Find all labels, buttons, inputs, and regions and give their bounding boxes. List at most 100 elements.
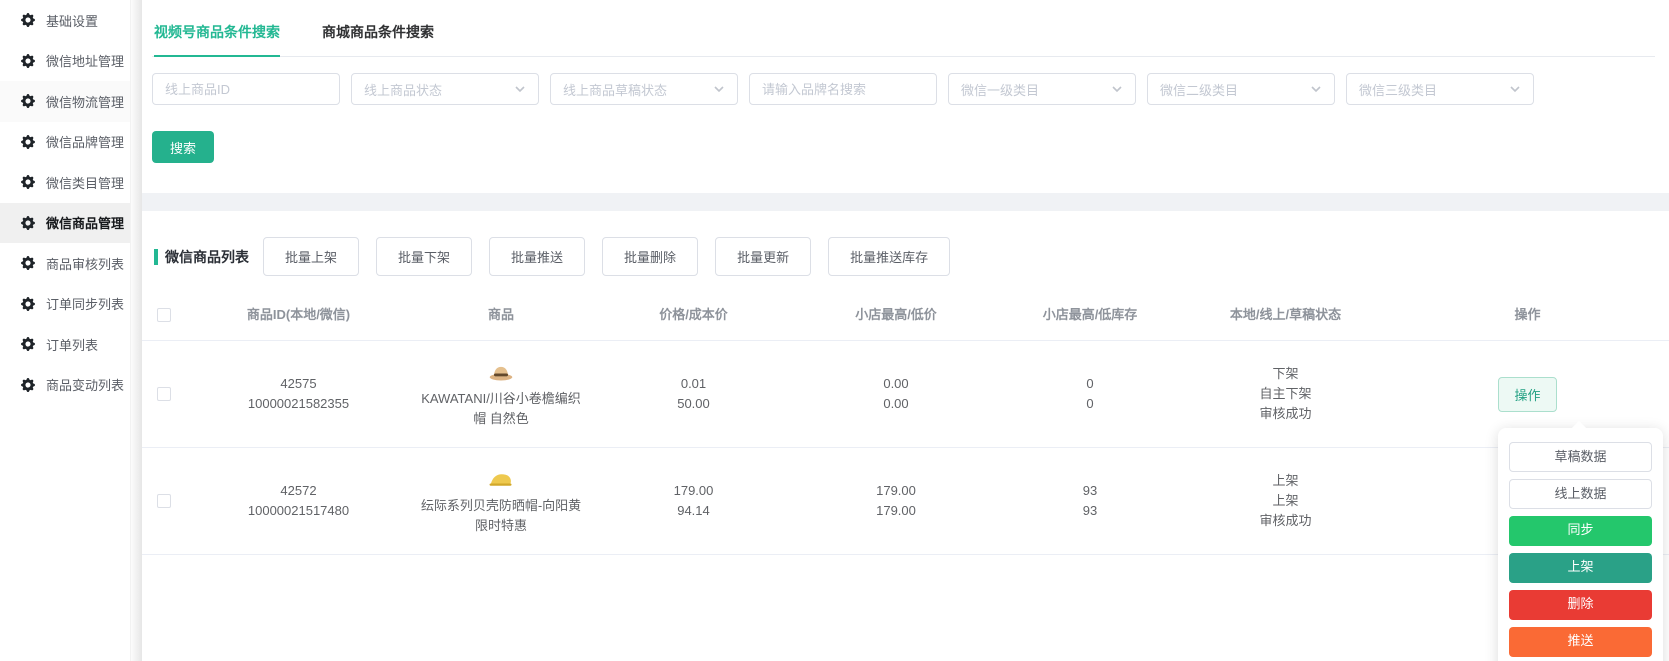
sidebar-item-order-sync[interactable]: 订单同步列表 (0, 284, 130, 325)
online-product-id-input[interactable] (152, 73, 340, 105)
select-placeholder: 微信一级类目 (961, 82, 1040, 98)
wechat-category2-select[interactable]: 微信二级类目 (1147, 73, 1335, 105)
col-shop-stock: 小店最高/低库存 (1042, 307, 1138, 322)
gear-icon (21, 175, 35, 189)
search-button[interactable]: 搜索 (152, 131, 214, 163)
table-row: 42575 10000021582355 KAWATANI/川谷小卷檐编织帽 自… (142, 341, 1669, 448)
sidebar: 基础设置 微信地址管理 微信物流管理 微信品牌管理 微信类目管理 微信商品管理 … (0, 0, 130, 661)
list-header: 微信商品列表 批量上架 批量下架 批量推送 批量删除 批量更新 批量推送库存 (142, 211, 1669, 290)
col-status: 本地/线上/草稿状态 (1229, 307, 1342, 322)
menu-item-draft-data[interactable]: 草稿数据 (1509, 442, 1652, 472)
chevron-down-icon (1112, 86, 1122, 93)
sidebar-item-wechat-category[interactable]: 微信类目管理 (0, 162, 130, 203)
product-name[interactable]: 纭际系列贝壳防晒帽-向阳黄 限时特惠 (417, 496, 585, 536)
sidebar-item-basic-settings[interactable]: 基础设置 (0, 0, 130, 41)
status-cell: 下架 自主下架 审核成功 (1259, 366, 1312, 421)
menu-item-online-data[interactable]: 线上数据 (1509, 479, 1652, 509)
sidebar-item-label: 商品审核列表 (46, 256, 125, 272)
brand-search-input[interactable] (749, 73, 937, 105)
batch-off-shelf-button[interactable]: 批量下架 (376, 237, 473, 276)
select-placeholder: 微信三级类目 (1359, 82, 1438, 98)
chevron-down-icon (515, 86, 525, 93)
search-panel: 视频号商品条件搜索 商城商品条件搜索 线上商品状态 线上商品草稿状态 微信一级类… (142, 0, 1669, 193)
search-tabs: 视频号商品条件搜索 商城商品条件搜索 (152, 16, 1655, 57)
sidebar-item-label: 微信地址管理 (46, 54, 125, 70)
gear-icon (21, 94, 35, 108)
sidebar-item-order-list[interactable]: 订单列表 (0, 324, 130, 365)
menu-item-on-shelf[interactable]: 上架 (1509, 553, 1652, 583)
tab-mall-product-search[interactable]: 商城商品条件搜索 (322, 16, 434, 56)
tab-video-product-search[interactable]: 视频号商品条件搜索 (154, 16, 280, 57)
product-table: 商品ID(本地/微信) 商品 价格/成本价 小店最高/低价 小店最高/低库存 本… (142, 290, 1669, 555)
product-cell: 纭际系列贝壳防晒帽-向阳黄 限时特惠 (412, 466, 590, 536)
gear-icon (21, 378, 35, 392)
sidebar-item-label: 订单同步列表 (46, 297, 125, 313)
select-placeholder: 微信二级类目 (1160, 82, 1239, 98)
filter-row: 线上商品状态 线上商品草稿状态 微信一级类目 微信二级类目 微信三级类 (152, 73, 1655, 105)
sidebar-item-product-audit[interactable]: 商品审核列表 (0, 243, 130, 284)
sidebar-scrollbar[interactable] (130, 0, 142, 661)
batch-update-button[interactable]: 批量更新 (715, 237, 812, 276)
sidebar-item-wechat-logistics[interactable]: 微信物流管理 (0, 81, 130, 122)
product-cell: KAWATANI/川谷小卷檐编织帽 自然色 (412, 359, 590, 429)
shop-price-cell: 179.00 179.00 (876, 483, 916, 518)
shop-price-cell: 0.00 0.00 (883, 376, 909, 411)
col-action: 操作 (1514, 307, 1541, 322)
sidebar-item-wechat-product[interactable]: 微信商品管理 (0, 202, 130, 243)
status-cell: 上架 上架 审核成功 (1259, 473, 1312, 528)
product-image[interactable] (486, 359, 516, 385)
product-id-cell: 42575 10000021582355 (247, 376, 350, 411)
title-accent-bar (154, 248, 158, 265)
sidebar-item-label: 基础设置 (46, 13, 99, 29)
row-action-button[interactable]: 操作 (1498, 376, 1557, 412)
sidebar-item-product-change[interactable]: 商品变动列表 (0, 365, 130, 406)
row-checkbox[interactable] (156, 494, 171, 508)
chevron-down-icon (1311, 86, 1321, 93)
app-window: 基础设置 微信地址管理 微信物流管理 微信品牌管理 微信类目管理 微信商品管理 … (0, 0, 1669, 661)
chevron-down-icon (714, 86, 724, 93)
gear-icon (21, 54, 35, 68)
sidebar-item-label: 微信类目管理 (46, 175, 125, 191)
row-checkbox[interactable] (156, 387, 171, 401)
menu-item-delete[interactable]: 删除 (1509, 590, 1652, 620)
menu-item-sync[interactable]: 同步 (1509, 516, 1652, 546)
select-all-checkbox[interactable] (156, 308, 171, 322)
wechat-category3-select[interactable]: 微信三级类目 (1346, 73, 1534, 105)
product-list-panel: 微信商品列表 批量上架 批量下架 批量推送 批量删除 批量更新 批量推送库存 商… (142, 211, 1669, 661)
price-cost-cell: 0.01 50.00 (677, 376, 710, 411)
chevron-down-icon (1510, 86, 1520, 93)
sidebar-item-label: 微信物流管理 (46, 94, 125, 110)
gear-icon (21, 337, 35, 351)
batch-push-stock-button[interactable]: 批量推送库存 (828, 237, 951, 276)
gear-icon (21, 297, 35, 311)
product-id-cell: 42572 10000021517480 (247, 483, 350, 518)
col-price-cost: 价格/成本价 (659, 307, 728, 322)
col-shop-price: 小店最高/低价 (855, 307, 937, 322)
table-header-row: 商品ID(本地/微信) 商品 价格/成本价 小店最高/低价 小店最高/低库存 本… (142, 290, 1669, 341)
sidebar-item-label: 微信品牌管理 (46, 135, 125, 151)
batch-on-shelf-button[interactable]: 批量上架 (263, 237, 360, 276)
shop-stock-cell: 93 93 (1082, 483, 1098, 518)
wechat-category1-select[interactable]: 微信一级类目 (948, 73, 1136, 105)
table-row: 42572 10000021517480 纭际系列贝壳防晒帽-向阳黄 限时特惠 … (142, 448, 1669, 555)
product-name[interactable]: KAWATANI/川谷小卷檐编织帽 自然色 (417, 389, 585, 429)
online-draft-status-select[interactable]: 线上商品草稿状态 (550, 73, 738, 105)
price-cost-cell: 179.00 94.14 (673, 483, 714, 518)
product-image[interactable] (486, 466, 516, 492)
sidebar-item-wechat-address[interactable]: 微信地址管理 (0, 41, 130, 82)
select-placeholder: 线上商品草稿状态 (563, 82, 668, 98)
sidebar-item-wechat-brand[interactable]: 微信品牌管理 (0, 122, 130, 163)
gear-icon (21, 256, 35, 270)
sidebar-item-label: 微信商品管理 (46, 216, 125, 232)
gear-icon (21, 216, 35, 230)
batch-push-button[interactable]: 批量推送 (489, 237, 586, 276)
gear-icon (21, 135, 35, 149)
online-product-status-select[interactable]: 线上商品状态 (351, 73, 539, 105)
main-content: 视频号商品条件搜索 商城商品条件搜索 线上商品状态 线上商品草稿状态 微信一级类… (142, 0, 1669, 661)
action-dropdown-menu: 草稿数据 线上数据 同步 上架 删除 推送 (1498, 420, 1663, 661)
list-title: 微信商品列表 (165, 248, 249, 265)
menu-item-push[interactable]: 推送 (1509, 627, 1652, 657)
col-product-id: 商品ID(本地/微信) (246, 307, 351, 322)
batch-delete-button[interactable]: 批量删除 (602, 237, 699, 276)
sidebar-item-label: 商品变动列表 (46, 378, 125, 394)
